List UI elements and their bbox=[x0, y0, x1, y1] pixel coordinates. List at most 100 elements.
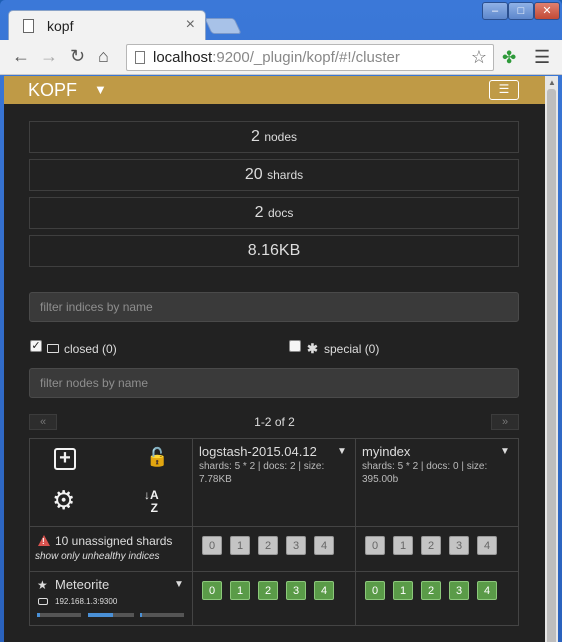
page-bottom bbox=[4, 632, 545, 642]
index-name[interactable]: logstash-2015.04.12 bbox=[199, 444, 317, 459]
unassigned-shard[interactable]: 0 bbox=[365, 536, 385, 555]
window-close-button[interactable]: ✕ bbox=[534, 2, 560, 20]
started-shard[interactable]: 0 bbox=[202, 581, 222, 600]
next-page-button[interactable]: » bbox=[491, 414, 519, 430]
started-shard[interactable]: 1 bbox=[230, 581, 250, 600]
pager-text: 1-2 of 2 bbox=[254, 415, 295, 429]
index-meta: 7.78KB bbox=[199, 474, 232, 485]
node-usage-fill bbox=[140, 613, 143, 617]
started-shard[interactable]: 3 bbox=[286, 581, 306, 600]
unassigned-shard[interactable]: 0 bbox=[202, 536, 222, 555]
index-meta: shards: 5 * 2 | docs: 2 | size: bbox=[199, 461, 325, 472]
index-name[interactable]: myindex bbox=[362, 444, 410, 459]
page-favicon-icon bbox=[23, 19, 34, 33]
unlock-icon[interactable]: 🔓 bbox=[146, 447, 168, 468]
unassigned-shard[interactable]: 1 bbox=[230, 536, 250, 555]
started-shard[interactable]: 2 bbox=[421, 581, 441, 600]
tab-close-icon[interactable]: × bbox=[186, 16, 195, 34]
scrollbar-thumb[interactable] bbox=[547, 89, 556, 642]
docs-unit: docs bbox=[268, 206, 294, 220]
unhealthy-filter-link[interactable]: show only unhealthy indices bbox=[35, 551, 160, 562]
started-shard[interactable]: 1 bbox=[393, 581, 413, 600]
index-meta: shards: 5 * 2 | docs: 0 | size: bbox=[362, 461, 488, 472]
page-scrollbar[interactable]: ▲ bbox=[545, 76, 558, 642]
page-icon bbox=[135, 51, 145, 64]
grid-divider bbox=[30, 526, 518, 527]
unassigned-shard[interactable]: 4 bbox=[477, 536, 497, 555]
node-menu-caret-icon[interactable]: ▼ bbox=[174, 579, 184, 590]
filter-nodes-input[interactable]: filter nodes by name bbox=[29, 368, 519, 398]
master-star-icon: ★ bbox=[37, 578, 48, 592]
new-tab-button[interactable] bbox=[204, 18, 242, 34]
node-ip: 192.168.1.3:9300 bbox=[55, 597, 118, 606]
kopf-page: KOPF ▼ ☰ 2 nodes 20 shards 2 docs 8.16KB… bbox=[4, 76, 545, 642]
started-shard[interactable]: 3 bbox=[449, 581, 469, 600]
navbar-toggle-button[interactable]: ☰ bbox=[489, 80, 519, 100]
special-label: special (0) bbox=[324, 342, 380, 356]
node-usage-fill bbox=[88, 613, 114, 617]
docs-stat: 2 docs bbox=[29, 197, 519, 229]
unassigned-shard[interactable]: 2 bbox=[421, 536, 441, 555]
browser-tab[interactable]: kopf × bbox=[8, 10, 206, 40]
asterisk-icon: ✱ bbox=[307, 341, 318, 356]
node-name[interactable]: Meteorite bbox=[55, 577, 109, 592]
warning-mark: ! bbox=[42, 537, 45, 546]
grid-divider bbox=[30, 571, 518, 572]
home-icon[interactable]: ⌂ bbox=[98, 46, 109, 67]
bookmark-star-icon[interactable]: ☆ bbox=[471, 47, 487, 68]
unassigned-shard[interactable]: 4 bbox=[314, 536, 334, 555]
shards-stat: 20 shards bbox=[29, 159, 519, 191]
url-path: :9200/_plugin/kopf/#!/cluster bbox=[212, 49, 400, 66]
url-host: localhost bbox=[153, 49, 213, 66]
unassigned-shard[interactable]: 2 bbox=[258, 536, 278, 555]
grid-divider bbox=[355, 439, 356, 625]
nodes-count: 2 bbox=[250, 128, 260, 145]
browser-toolbar: ← → ↻ ⌂ localhost:9200/_plugin/kopf/#!/c… bbox=[0, 40, 562, 75]
started-shard[interactable]: 2 bbox=[258, 581, 278, 600]
closed-label: closed (0) bbox=[64, 342, 117, 356]
index-menu-caret-icon[interactable]: ▼ bbox=[337, 446, 347, 457]
shards-count: 20 bbox=[244, 166, 263, 183]
sort-alpha-icon[interactable]: ↓A Z bbox=[144, 489, 159, 515]
brand-logo[interactable]: KOPF bbox=[28, 80, 77, 101]
tab-title: kopf bbox=[47, 18, 74, 34]
index-menu-caret-icon[interactable]: ▼ bbox=[500, 446, 510, 457]
node-usage-bar bbox=[140, 613, 184, 617]
unassigned-shard[interactable]: 3 bbox=[449, 536, 469, 555]
unassigned-shard[interactable]: 1 bbox=[393, 536, 413, 555]
url-text[interactable]: localhost:9200/_plugin/kopf/#!/cluster bbox=[153, 49, 400, 66]
extension-icon[interactable]: ✤ bbox=[502, 48, 516, 68]
filter-indices-input[interactable]: filter indices by name bbox=[29, 292, 519, 322]
node-usage-bar bbox=[37, 613, 81, 617]
scroll-up-icon[interactable]: ▲ bbox=[548, 78, 556, 87]
create-index-icon[interactable]: + bbox=[54, 448, 76, 470]
forward-icon[interactable]: → bbox=[40, 46, 58, 67]
started-shard[interactable]: 4 bbox=[314, 581, 334, 600]
reload-icon[interactable]: ↻ bbox=[70, 46, 85, 67]
window-maximize-button[interactable]: □ bbox=[508, 2, 534, 20]
node-usage-fill bbox=[37, 613, 40, 617]
docs-count: 2 bbox=[254, 204, 264, 221]
started-shard[interactable]: 0 bbox=[365, 581, 385, 600]
address-bar[interactable]: localhost:9200/_plugin/kopf/#!/cluster ☆ bbox=[126, 44, 494, 71]
hdd-icon bbox=[38, 598, 48, 605]
node-usage-bar bbox=[88, 613, 134, 617]
back-icon[interactable]: ← bbox=[12, 46, 30, 67]
size-stat: 8.16KB bbox=[29, 235, 519, 267]
gear-icon[interactable]: ⚙ bbox=[52, 485, 75, 516]
cluster-grid: + 🔓 ⚙ ↓A Z logstash-2015.04.12 ▼ shards:… bbox=[29, 438, 519, 626]
size-value: 8.16KB bbox=[247, 242, 301, 259]
started-shard[interactable]: 4 bbox=[477, 581, 497, 600]
brand-caret-icon[interactable]: ▼ bbox=[94, 82, 107, 97]
window-minimize-button[interactable]: – bbox=[482, 2, 508, 20]
special-checkbox[interactable] bbox=[289, 340, 301, 352]
folder-icon bbox=[47, 344, 59, 353]
unassigned-shard[interactable]: 3 bbox=[286, 536, 306, 555]
nodes-unit: nodes bbox=[264, 130, 298, 144]
nodes-stat: 2 nodes bbox=[29, 121, 519, 153]
index-meta: 395.00b bbox=[362, 474, 399, 485]
shards-unit: shards bbox=[267, 168, 304, 182]
grid-divider bbox=[192, 439, 193, 625]
closed-checkbox[interactable]: ✓ bbox=[30, 340, 42, 352]
browser-menu-icon[interactable]: ☰ bbox=[534, 47, 550, 68]
